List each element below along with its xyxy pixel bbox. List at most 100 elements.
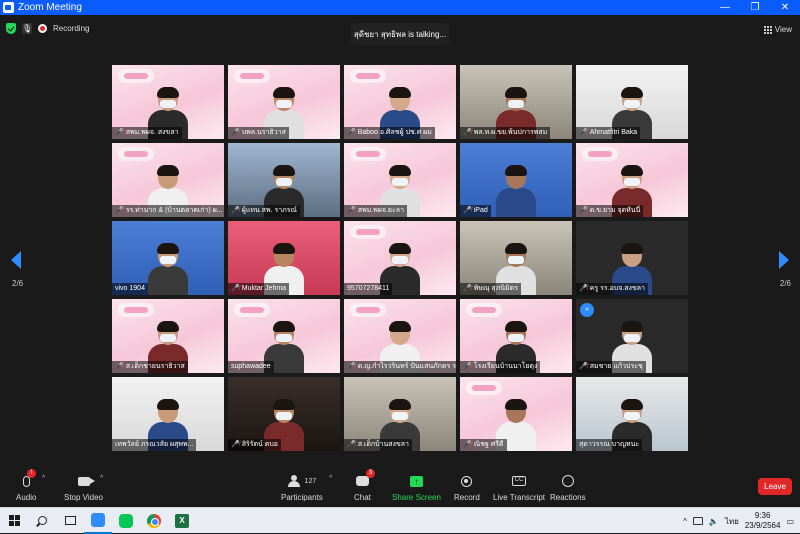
chat-button[interactable]: 3 Chat: [354, 469, 375, 502]
zoom-icon: [91, 512, 105, 527]
participant-video-tile[interactable]: 🎤̸ Muktar Jehma: [228, 221, 340, 295]
security-shield-icon[interactable]: [6, 23, 16, 34]
participant-name: สพม.พผจ. สงขลา: [125, 129, 179, 136]
participant-video-tile[interactable]: เทพวัลย์ ภรณวลัย ผสุพพ...: [112, 377, 224, 451]
muted-mic-icon: 🎤̸: [579, 363, 588, 370]
participant-video-tile[interactable]: 🎤̸ สพม.พผจ.ยะลา: [344, 143, 456, 217]
participant-video-tile[interactable]: 🎤̸ ผู้แทน สพ. ราภรณ์: [228, 143, 340, 217]
participant-video-tile[interactable]: สุดาวรรณ บาญหนะ: [576, 377, 688, 451]
muted-mic-icon: 🎤̸: [231, 129, 240, 136]
previous-page-arrow-icon[interactable]: [11, 251, 21, 269]
participant-video-tile[interactable]: 🎤̸ ส.เด็กบ้านสงขลา: [344, 377, 456, 451]
participant-video-tile[interactable]: suphawadee: [228, 299, 340, 373]
participant-name-label: suphawadee: [228, 361, 274, 373]
participant-video-tile[interactable]: vivo 1904: [112, 221, 224, 295]
participant-name: ครู รร.อบจ.สงขลา: [589, 285, 645, 292]
audio-button[interactable]: ! Audio: [16, 469, 36, 502]
participant-video-tile[interactable]: 🎤̸ บพล.นราธิวาส: [228, 65, 340, 139]
muted-mic-icon: 🎤̸: [463, 441, 472, 448]
windows-taskbar: X ^ 🔈 ไทย 9:36 23/9/2564 ▭: [0, 507, 800, 534]
virtual-background-logo: [350, 147, 386, 161]
close-window-button[interactable]: ✕: [770, 0, 800, 15]
participant-video-tile[interactable]: 🎤̸ สพม.พผจ. สงขลา: [112, 65, 224, 139]
taskbar-search-button[interactable]: [28, 508, 56, 534]
recording-label[interactable]: Recording: [53, 24, 89, 33]
view-button[interactable]: View: [763, 25, 792, 34]
virtual-background-logo: [234, 69, 270, 83]
participants-caret-icon[interactable]: ^: [329, 475, 332, 482]
notifications-icon[interactable]: ▭: [786, 517, 794, 526]
participant-video-tile[interactable]: 🎤̸ โรงเรียนบ้านนาโยตุง: [460, 299, 572, 373]
zoom-app-icon: [3, 2, 14, 13]
participant-video-tile[interactable]: 🎤̸ ครู รร.อบจ.สงขลา: [576, 221, 688, 295]
chat-icon: [355, 476, 369, 486]
page-indicator-right: 2/6: [779, 279, 791, 288]
participant-name: ส.เด็กบ้านสงขลา: [357, 441, 409, 448]
participant-name-label: 🎤̸ ครู รร.อบจ.สงขลา: [576, 283, 648, 295]
audio-options-caret-icon[interactable]: ^: [42, 475, 45, 482]
participant-video-tile[interactable]: 🎤̸ ณิชฐ ศรีดี: [460, 377, 572, 451]
muted-mic-icon: 🎤̸: [579, 129, 588, 136]
participant-name: Ahmatfitri Baka: [589, 129, 638, 136]
maximize-button[interactable]: ❐: [740, 0, 770, 15]
participant-video-tile[interactable]: 🎤̸ พิษณุ สุภนิมิตร: [460, 221, 572, 295]
participant-video-tile[interactable]: 95707278411: [344, 221, 456, 295]
participant-name-label: 🎤̸ สมชาย แก้วประชุ: [576, 361, 646, 373]
live-transcript-button[interactable]: CC Live Transcript: [493, 473, 545, 502]
muted-mic-icon: 🎤̸: [579, 207, 588, 214]
participant-name-label: 🎤̸ iPad: [460, 205, 491, 217]
participant-name-label: 🎤̸ Ahmatfitri Baka: [576, 127, 641, 139]
muted-mic-icon: 🎤̸: [463, 285, 472, 292]
window-titlebar: Zoom Meeting — ❐ ✕: [0, 0, 800, 15]
stop-video-button[interactable]: Stop Video: [64, 473, 103, 502]
task-view-button[interactable]: [56, 508, 84, 534]
system-clock[interactable]: 9:36 23/9/2564: [745, 511, 781, 531]
participant-video-tile[interactable]: 🎤̸ ด.ข.ยาม จุดหันนี่: [576, 143, 688, 217]
virtual-background-logo: [118, 69, 154, 83]
participant-name: ณิชฐ ศรีดี: [473, 441, 504, 448]
volume-icon[interactable]: 🔈: [709, 517, 719, 526]
meeting-status-bar: 🎙 Recording: [6, 23, 89, 34]
participant-name: สิริรัตน์ ตบอ: [241, 441, 278, 448]
taskbar-zoom-app[interactable]: [84, 508, 112, 534]
participant-name-label: 🎤̸ โรงเรียนบ้านนาโยตุง: [460, 361, 541, 373]
leave-button[interactable]: Leave: [758, 478, 792, 495]
next-page-arrow-icon[interactable]: [779, 251, 789, 269]
share-screen-button[interactable]: ↑ Share Screen: [392, 473, 441, 502]
muted-mic-icon: 🎤̸: [231, 285, 240, 292]
audio-status-icon[interactable]: 🎙: [22, 23, 32, 34]
participant-video-tile[interactable]: 🎤̸ ส.เด็กชายนราธิวาส: [112, 299, 224, 373]
participant-name: vivo 1904: [115, 285, 145, 292]
muted-mic-icon: 🎤̸: [347, 363, 356, 370]
record-button[interactable]: Record: [454, 473, 480, 502]
participant-name: สมชาย แก้วประชุ: [589, 363, 643, 370]
participant-video-tile[interactable]: 🎤̸ สิริรัตน์ ตบอ: [228, 377, 340, 451]
minimize-button[interactable]: —: [710, 0, 740, 15]
taskbar-excel-app[interactable]: X: [168, 508, 196, 534]
participant-video-tile[interactable]: 🎤̸ Baboo อ.ศิลชผู้ ปช.ศ ผม: [344, 65, 456, 139]
tray-overflow-chevron-icon[interactable]: ^: [683, 517, 687, 526]
participant-video-tile[interactable]: 🎤̸ Ahmatfitri Baka: [576, 65, 688, 139]
reactions-button[interactable]: Reactions: [550, 473, 586, 502]
input-language[interactable]: ไทย: [725, 515, 739, 528]
muted-mic-icon: 🎤̸: [231, 207, 240, 214]
virtual-background-logo: [118, 303, 154, 317]
participant-video-tile[interactable]: 🎤̸ รร.ท่ามาก & (บ้านตลาดเก่า) ผ...: [112, 143, 224, 217]
system-tray: ^ 🔈 ไทย 9:36 23/9/2564 ▭: [683, 508, 794, 534]
participant-video-tile[interactable]: 🎤̸ พล.ท.ผ.ขย.พ้นปการพสม: [460, 65, 572, 139]
start-button[interactable]: [0, 508, 28, 534]
share-screen-icon: ↑: [409, 475, 423, 487]
participant-video-tile[interactable]: » 🎤̸ สมชาย แก้วประชุ: [576, 299, 688, 373]
participant-video-tile[interactable]: 🎤̸ ด.ญ.กำไรวรินทร์ ปันแสนภักดร รร...: [344, 299, 456, 373]
record-label: Record: [454, 493, 480, 502]
video-options-caret-icon[interactable]: ^: [100, 475, 103, 482]
participants-button[interactable]: 127 Participants: [281, 473, 323, 502]
search-icon: [37, 516, 47, 525]
share-screen-label: Share Screen: [392, 493, 441, 502]
virtual-background-logo: [118, 147, 154, 161]
network-icon[interactable]: [692, 517, 703, 525]
participant-name: พิษณุ สุภนิมิตร: [473, 285, 518, 292]
participant-video-tile[interactable]: 🎤̸ iPad: [460, 143, 572, 217]
taskbar-chrome-app[interactable]: [140, 508, 168, 534]
taskbar-line-app[interactable]: [112, 508, 140, 534]
